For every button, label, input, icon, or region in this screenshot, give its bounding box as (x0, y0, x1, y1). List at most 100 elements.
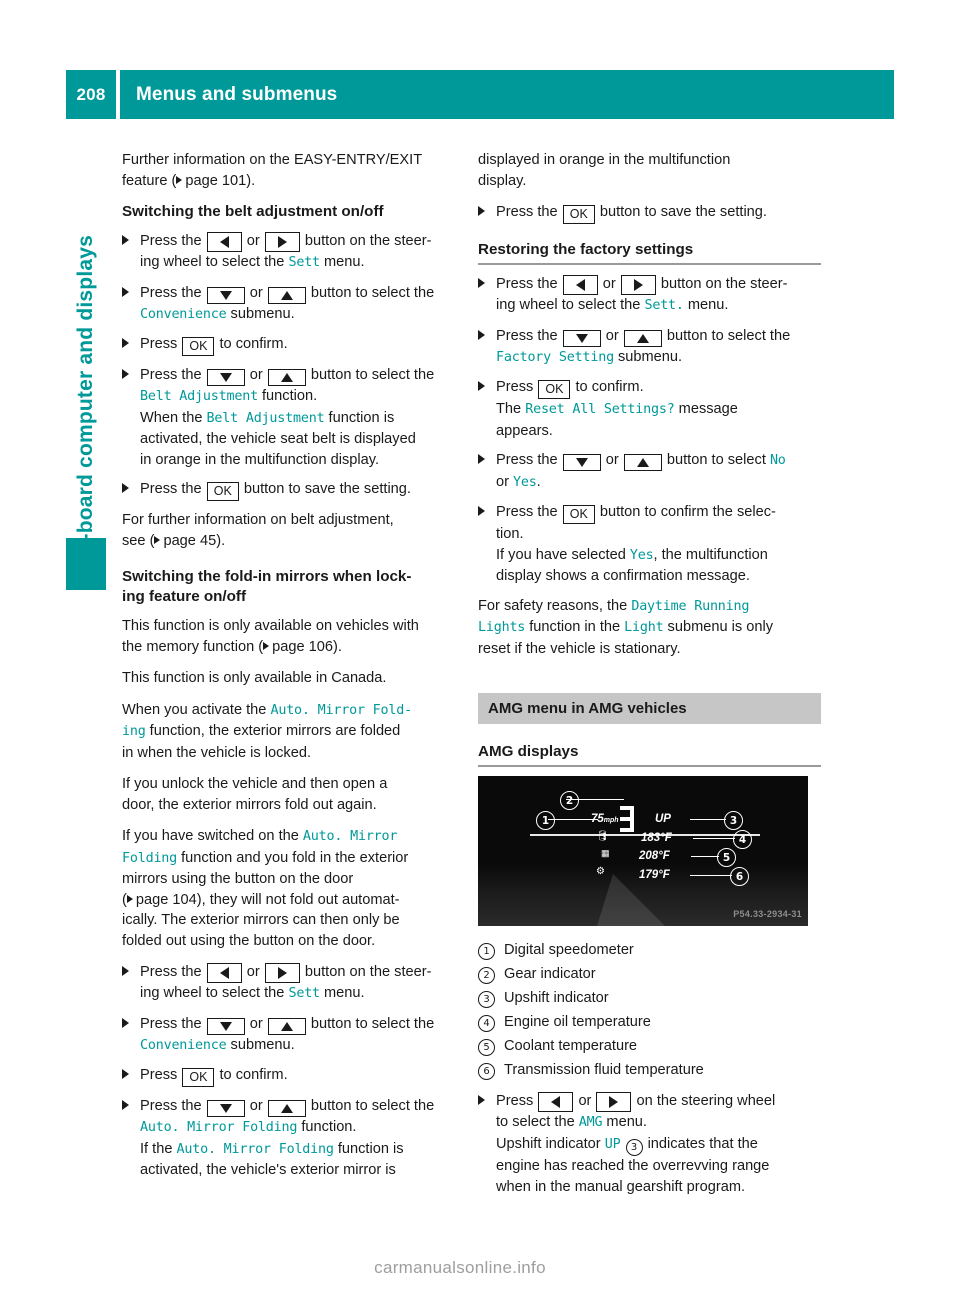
arrow-up-button[interactable] (267, 369, 306, 386)
menu-name-sett: Sett. (644, 298, 684, 313)
arrow-right-button[interactable] (264, 963, 300, 983)
heading-underline (478, 765, 821, 767)
submenu-name-light: Light (624, 620, 664, 635)
arrow-up-button[interactable] (623, 454, 662, 471)
manual-page: 208 Menus and submenus On-board computer… (0, 0, 960, 1302)
engine-oil-temperature-value: 183°F (641, 832, 672, 844)
belt-note: For further information on belt adjustme… (122, 512, 394, 549)
mirror-step-3: Press OK to confirm. (122, 1065, 465, 1087)
mirror-paragraph-1: This function is only available on vehic… (122, 618, 419, 655)
factory-step-3: Press OK to confirm. The Reset All Setti… (478, 377, 821, 441)
arrow-up-button[interactable] (267, 1017, 306, 1035)
belt-step-3: Press OK to confirm. (122, 334, 465, 356)
chapter-tab-label: On-board computer and displays (74, 234, 97, 570)
menu-name-sett: Sett (288, 255, 320, 270)
ok-button[interactable]: OK (182, 337, 215, 356)
ok-button[interactable]: OK (562, 505, 595, 524)
submenu-name-factory-setting: Factory Setting (496, 349, 614, 365)
arrow-left-button[interactable] (206, 232, 242, 252)
function-name-auto-mirror: Auto. Mirror (302, 829, 398, 844)
legend-item: 6 Transmission fluid temperature (478, 1060, 821, 1081)
function-name-daytime-running: Daytime Running (631, 598, 750, 614)
legend-label: Gear indicator (504, 966, 596, 982)
ok-button[interactable]: OK (182, 1068, 215, 1087)
upshift-indicator-label: UP (604, 1136, 621, 1152)
ok-button[interactable]: OK (562, 205, 595, 224)
page-ref-icon (126, 894, 133, 903)
mirror-paragraph-3: When you activate the Auto. Mirror Fold-… (122, 701, 412, 761)
menu-name-amg: AMG (578, 1115, 603, 1130)
function-name-belt-adjustment: Belt Adjustment (206, 410, 325, 426)
callout-lead-3 (690, 819, 726, 821)
arrow-right-button[interactable] (264, 232, 300, 252)
page-ref-icon (176, 175, 183, 184)
callout-lead-5 (691, 856, 719, 858)
legend-item: 3 Upshift indicator (478, 988, 821, 1009)
callout-5: 5 (717, 848, 736, 867)
bullet-triangle-icon (122, 483, 129, 493)
factory-step-5: Press the OK button to confirm the selec… (478, 502, 821, 587)
belt-step-4: Press the or button to select the Belt A… (122, 365, 465, 470)
page-ref-icon (263, 641, 270, 650)
submenu-name-convenience: Convenience (140, 306, 227, 322)
legend-item: 4 Engine oil temperature (478, 1012, 821, 1033)
bullet-triangle-icon (122, 966, 129, 976)
arrow-left-button[interactable] (206, 963, 242, 983)
bullet-triangle-icon (478, 381, 485, 391)
mirror-paragraph-5: If you have switched on the Auto. Mirror… (122, 828, 409, 949)
submenu-name-convenience: Convenience (140, 1037, 227, 1053)
chapter-tab: On-board computer and displays (66, 150, 106, 570)
heading-fold-in-mirrors: Switching the fold-in mirrors when lock-… (122, 568, 412, 605)
option-yes: Yes (629, 547, 654, 563)
arrow-down-button[interactable] (206, 1017, 245, 1035)
gear-bar (620, 828, 634, 832)
function-name-auto-mirror-folding: Auto. Mirror Fold- (270, 702, 412, 718)
arrow-down-button[interactable] (562, 454, 601, 471)
page-ref-icon (154, 535, 161, 544)
menu-name-sett: Sett (288, 986, 320, 1001)
arrow-up-button[interactable] (623, 329, 662, 347)
bullet-triangle-icon (478, 329, 485, 340)
arrow-down-button[interactable] (562, 329, 601, 347)
coolant-temperature-value: 208°F (639, 850, 670, 862)
arrow-down-button[interactable] (206, 286, 245, 304)
callout-1: 1 (536, 811, 555, 830)
chapter-tab-marker (66, 538, 106, 590)
arrow-up-button[interactable] (267, 286, 306, 304)
function-name-auto-mirror-folding-cont: ing (122, 724, 146, 739)
legend-number-icon: 3 (625, 1139, 643, 1157)
bullet-triangle-icon (122, 1069, 129, 1079)
heading-amg-displays: AMG displays (478, 743, 579, 760)
arrow-left-button[interactable] (562, 275, 598, 295)
arrow-up-button[interactable] (267, 1100, 306, 1117)
safety-note: For safety reasons, the Daytime Running … (478, 597, 774, 657)
legend-item: 5 Coolant temperature (478, 1036, 821, 1057)
figure-legend: 1 Digital speedometer 2 Gear indicator 3… (478, 940, 821, 1081)
intro-paragraph: Further information on the EASY-ENTRY/EX… (122, 152, 423, 189)
factory-step-4: Press the or button to select No or Yes. (478, 450, 821, 493)
factory-step-2: Press the or button to select the Factor… (478, 326, 821, 369)
arrow-left-button[interactable] (538, 1092, 574, 1112)
message-reset-all-settings: Reset All Settings? (525, 402, 675, 417)
legend-number-icon: 2 (478, 967, 495, 984)
page-title: Menus and submenus (120, 70, 894, 119)
bullet-triangle-icon (122, 286, 129, 297)
callout-lead-4 (693, 838, 735, 840)
arrow-down-button[interactable] (206, 369, 245, 386)
gear-bar (620, 806, 634, 810)
heading-belt-adjustment: Switching the belt adjustment on/off (122, 203, 384, 220)
legend-label: Digital speedometer (504, 942, 634, 958)
page-header: 208 Menus and submenus (66, 70, 894, 119)
bullet-triangle-icon (478, 278, 485, 288)
arrow-down-button[interactable] (206, 1100, 245, 1117)
digital-speedometer-value: 75mph (591, 813, 619, 825)
ok-button[interactable]: OK (206, 482, 239, 501)
arrow-right-button[interactable] (620, 275, 656, 295)
option-no: No (769, 453, 786, 468)
legend-number-icon: 4 (478, 1015, 495, 1032)
bullet-triangle-icon (122, 1100, 129, 1110)
ok-button[interactable]: OK (538, 380, 571, 399)
bullet-triangle-icon (478, 1095, 485, 1105)
arrow-right-button[interactable] (596, 1092, 632, 1112)
right-column: displayed in orange in the multifunction… (478, 150, 821, 1206)
